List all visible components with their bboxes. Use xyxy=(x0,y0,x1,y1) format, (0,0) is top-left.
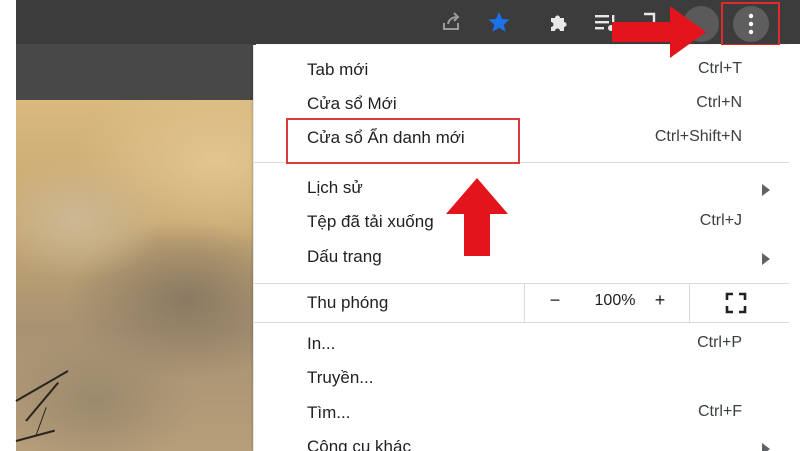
zoom-controls: − 100% + xyxy=(524,284,690,322)
zoom-row: Thu phóng − 100% + xyxy=(254,284,789,322)
menu-item-label: Tab mới xyxy=(307,60,369,79)
red-arrow-right-icon xyxy=(612,6,706,58)
menu-item-print[interactable]: In... Ctrl+P xyxy=(254,328,789,362)
menu-item-label: In... xyxy=(307,334,336,353)
menu-item-shortcut: Ctrl+F xyxy=(698,403,742,420)
menu-item-label: Tệp đã tải xuống xyxy=(307,212,434,231)
submenu-arrow-icon xyxy=(762,253,770,265)
menu-item-cast[interactable]: Truyền... xyxy=(254,362,789,396)
submenu-arrow-icon xyxy=(762,184,770,196)
menu-item-new-window[interactable]: Cửa sổ Mới Ctrl+N xyxy=(254,88,789,122)
menu-item-new-tab[interactable]: Tab mới Ctrl+T xyxy=(254,54,789,88)
share-icon[interactable] xyxy=(438,8,466,36)
page-header-band xyxy=(16,44,256,100)
puzzle-icon[interactable] xyxy=(545,8,573,36)
menu-item-bookmarks[interactable]: Dấu trang xyxy=(254,241,789,275)
menu-item-more-tools[interactable]: Công cụ khác xyxy=(254,431,789,451)
menu-item-shortcut: Ctrl+T xyxy=(698,60,742,77)
incognito-highlight-box xyxy=(286,118,520,164)
menu-item-label: Dấu trang xyxy=(307,247,382,266)
submenu-arrow-icon xyxy=(762,443,770,451)
menu-item-label: Lịch sử xyxy=(307,178,363,197)
menu-item-label: Truyền... xyxy=(307,368,374,387)
menu-item-label: Cửa sổ Mới xyxy=(307,94,397,113)
menu-button-highlight xyxy=(721,2,780,46)
menu-item-downloads[interactable]: Tệp đã tải xuống Ctrl+J xyxy=(254,206,789,240)
menu-item-shortcut: Ctrl+P xyxy=(697,334,742,351)
zoom-out-button[interactable]: − xyxy=(545,290,565,311)
menu-separator xyxy=(254,322,789,323)
page-margin xyxy=(0,0,16,451)
menu-item-find[interactable]: Tìm... Ctrl+F xyxy=(254,397,789,431)
zoom-level: 100% xyxy=(594,292,636,309)
menu-item-shortcut: Ctrl+N xyxy=(696,94,742,111)
menu-item-label: Công cụ khác xyxy=(307,437,411,451)
menu-item-shortcut: Ctrl+J xyxy=(699,212,742,229)
tree-branch xyxy=(15,370,69,402)
tree-branch xyxy=(15,429,55,442)
zoom-in-button[interactable]: + xyxy=(650,290,670,311)
fullscreen-icon[interactable] xyxy=(724,291,748,315)
chrome-menu: Tab mới Ctrl+T Cửa sổ Mới Ctrl+N Cửa sổ … xyxy=(253,45,789,451)
red-arrow-up-icon xyxy=(446,178,508,256)
menu-item-label: Tìm... xyxy=(307,403,351,422)
menu-item-history[interactable]: Lịch sử xyxy=(254,172,789,206)
star-icon[interactable] xyxy=(485,8,513,36)
menu-item-shortcut: Ctrl+Shift+N xyxy=(654,128,742,145)
zoom-label: Thu phóng xyxy=(307,293,389,312)
background-photo xyxy=(15,100,256,451)
